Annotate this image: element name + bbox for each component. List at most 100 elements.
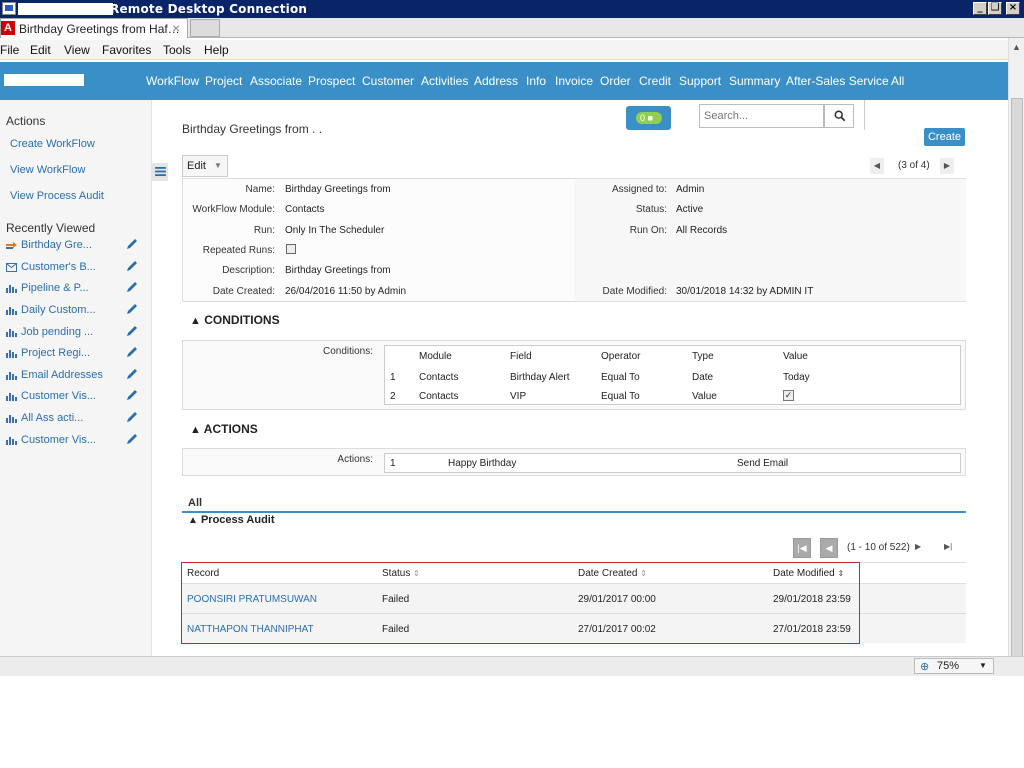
recent-item[interactable]: Pipeline & P... (6, 281, 146, 297)
first-page-button[interactable]: |◀ (793, 538, 811, 558)
edit-pencil-icon[interactable] (126, 325, 138, 337)
nav-all[interactable]: All (891, 74, 904, 88)
sidebar-recent-heading: Recently Viewed (6, 221, 96, 235)
column-header: Operator (601, 351, 641, 362)
next-page-button[interactable]: ▶ (915, 542, 921, 551)
actions-panel: Actions: 1 Happy Birthday Send Email (182, 448, 966, 476)
create-button[interactable]: Create (924, 128, 965, 146)
action-number: 1 (390, 458, 396, 469)
report-chart-icon (6, 437, 17, 445)
record-pagination: (3 of 4) (898, 160, 930, 171)
tab-close-icon[interactable]: × (172, 20, 180, 36)
sidebar-view-workflow[interactable]: View WorkFlow (10, 164, 85, 176)
menu-tools[interactable]: Tools (163, 43, 191, 57)
nav-associate[interactable]: Associate (250, 74, 302, 88)
menu-file[interactable]: File (0, 43, 19, 57)
nav-summary[interactable]: Summary (729, 74, 780, 88)
nav-customer[interactable]: Customer (362, 74, 414, 88)
run-on-value: All Records (676, 225, 728, 236)
actions-table: 1 Happy Birthday Send Email (384, 453, 961, 473)
close-button[interactable]: × (1006, 2, 1020, 15)
list-view-toggle[interactable] (152, 163, 168, 181)
app-logo[interactable] (4, 74, 84, 86)
recent-item[interactable]: Customer Vis... (6, 389, 146, 405)
sidebar-create-workflow[interactable]: Create WorkFlow (10, 138, 95, 150)
remote-desktop-background (0, 676, 1024, 768)
condition-value-checkbox: ✓ (783, 390, 794, 401)
recent-item[interactable]: Birthday Gre... (6, 238, 146, 254)
recent-item[interactable]: All Ass acti... (6, 411, 146, 427)
nav-workflow[interactable]: WorkFlow (146, 74, 199, 88)
nav-support[interactable]: Support (679, 74, 721, 88)
page-scrollbar[interactable]: ▲ (1008, 38, 1024, 658)
run-value: Only In The Scheduler (285, 225, 385, 236)
new-tab-button[interactable] (190, 19, 220, 37)
menu-favorites[interactable]: Favorites (102, 43, 151, 57)
tab-all[interactable]: All (188, 497, 202, 509)
rdp-titlebar: Remote Desktop Connection _ ❑ × (0, 0, 1024, 18)
prev-page-button[interactable]: ◀ (820, 538, 838, 558)
edit-pencil-icon[interactable] (126, 238, 138, 250)
edit-pencil-icon[interactable] (126, 368, 138, 380)
redacted-hostname (18, 3, 113, 15)
edit-pencil-icon[interactable] (126, 281, 138, 293)
menu-edit[interactable]: Edit (30, 43, 51, 57)
condition-number: 2 (390, 391, 396, 402)
condition-operator: Equal To (601, 372, 640, 383)
edit-label: Edit (187, 160, 206, 172)
recent-item[interactable]: Project Regi... (6, 346, 146, 362)
menu-view[interactable]: View (64, 43, 90, 57)
recent-item-label: Customer's B... (21, 261, 96, 273)
edit-pencil-icon[interactable] (126, 260, 138, 272)
recent-item[interactable]: Daily Custom... (6, 303, 146, 319)
process-audit-toggle[interactable]: ▲ Process Audit (188, 514, 275, 526)
process-audit-heading: Process Audit (200, 514, 275, 526)
prev-record-button[interactable]: ◀ (870, 158, 884, 174)
edit-pencil-icon[interactable] (126, 433, 138, 445)
date-modified-label: Date Modified: (602, 286, 667, 297)
edit-pencil-icon[interactable] (126, 346, 138, 358)
edit-pencil-icon[interactable] (126, 411, 138, 423)
module-label: WorkFlow Module: (192, 204, 275, 215)
search-button[interactable] (824, 104, 854, 128)
zoom-control[interactable]: ⊕ 75% ▼ (914, 658, 994, 674)
detail-right-column (574, 179, 966, 301)
chevron-down-icon: ▼ (979, 661, 987, 670)
chevron-up-icon: ▲ (190, 424, 201, 436)
status-value: Active (676, 204, 704, 215)
edit-pencil-icon[interactable] (126, 389, 138, 401)
search-input[interactable] (699, 104, 824, 128)
edit-pencil-icon[interactable] (126, 303, 138, 315)
recent-item[interactable]: Job pending ... (6, 325, 146, 341)
notifications-button[interactable]: 0 ■ (626, 106, 671, 130)
sidebar-view-process-audit[interactable]: View Process Audit (10, 190, 104, 202)
nav-invoice[interactable]: Invoice (555, 74, 593, 88)
scroll-up-icon[interactable]: ▲ (1012, 42, 1021, 52)
conditions-section-toggle[interactable]: ▲ CONDITIONS (190, 313, 280, 327)
actions-section-toggle[interactable]: ▲ ACTIONS (190, 422, 258, 436)
nav-address[interactable]: Address (474, 74, 518, 88)
page-title: Birthday Greetings from . . (182, 122, 323, 136)
minimize-button[interactable]: _ (973, 2, 987, 15)
recent-item[interactable]: Email Addresses (6, 368, 146, 384)
next-record-button[interactable]: ▶ (940, 158, 954, 174)
nav-prospect[interactable]: Prospect (308, 74, 355, 88)
nav-project[interactable]: Project (205, 74, 242, 88)
recent-item[interactable]: Customer Vis... (6, 433, 146, 449)
nav-after-sales-service[interactable]: After-Sales Service (786, 74, 889, 88)
nav-activities[interactable]: Activities (421, 74, 468, 88)
scrollbar-thumb[interactable] (1011, 98, 1023, 658)
nav-credit[interactable]: Credit (639, 74, 671, 88)
condition-operator: Equal To (601, 391, 640, 402)
nav-info[interactable]: Info (526, 74, 546, 88)
recent-item[interactable]: Customer's B... (6, 260, 146, 276)
nav-order[interactable]: Order (600, 74, 631, 88)
menu-help[interactable]: Help (204, 43, 229, 57)
condition-field: VIP (510, 391, 527, 402)
browser-tab[interactable]: A Birthday Greetings from Haf… × (0, 18, 188, 38)
report-chart-icon (6, 307, 17, 315)
restore-button[interactable]: ❑ (988, 2, 1002, 15)
edit-dropdown-button[interactable]: Edit ▼ (182, 155, 228, 177)
last-page-button[interactable]: ▶| (944, 542, 952, 551)
rdp-app-icon (2, 2, 16, 15)
